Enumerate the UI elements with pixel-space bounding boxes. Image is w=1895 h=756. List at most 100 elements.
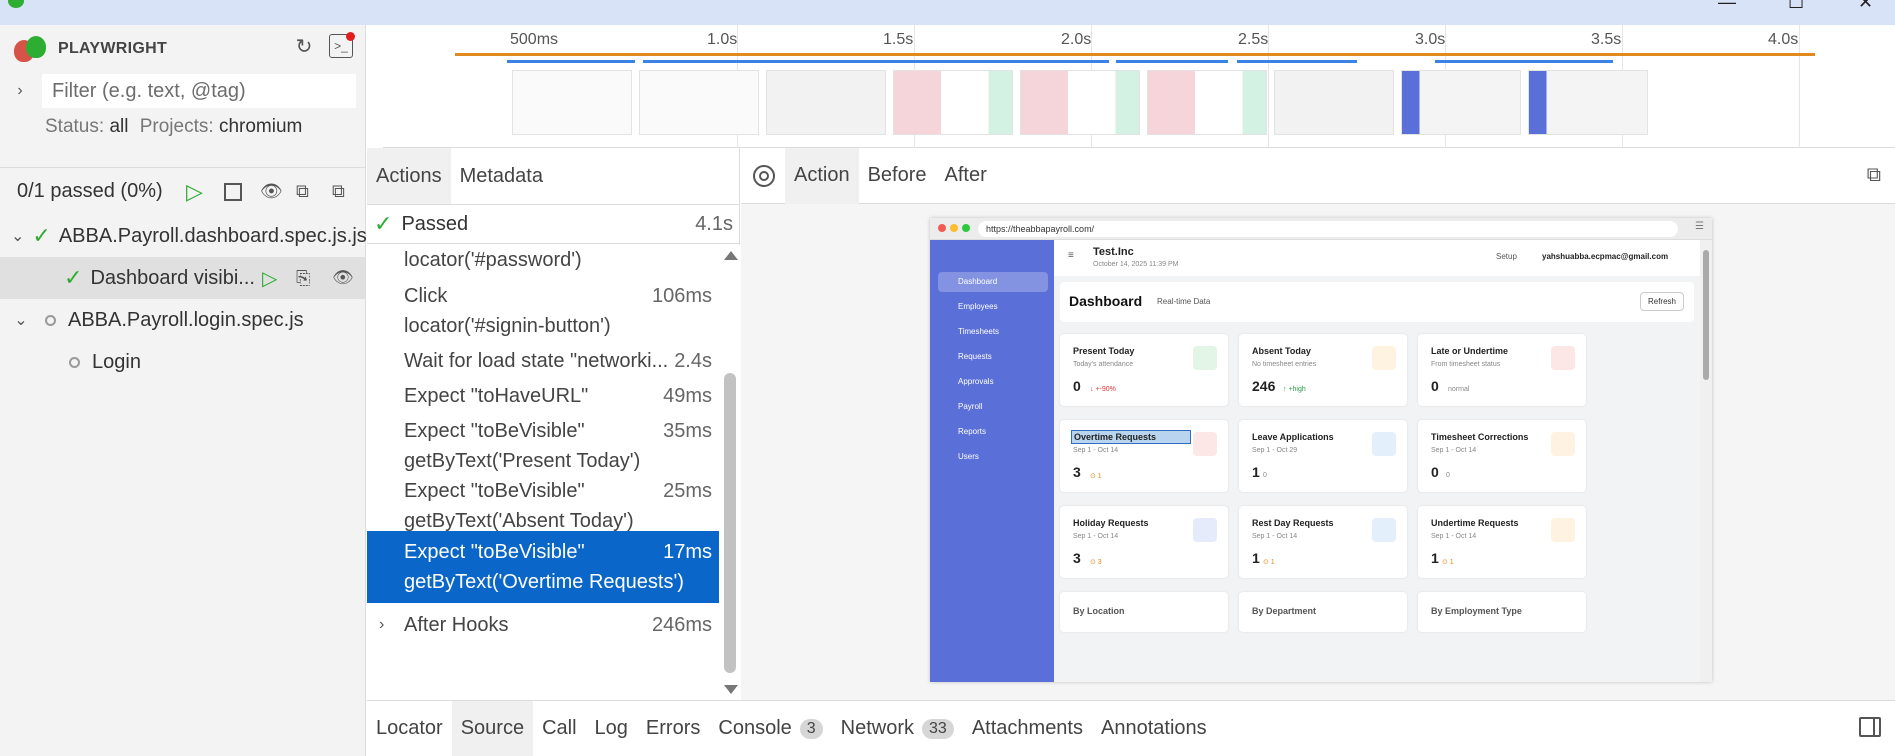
tab-after[interactable]: After [936,148,996,204]
scroll-up-icon[interactable] [724,251,738,260]
open-external-icon[interactable]: ⧉ [1867,164,1881,187]
filmstrip-thumb[interactable] [1274,70,1394,135]
datetime: October 14, 2025 11:39 PM [1093,261,1179,268]
scroll-down-icon[interactable] [724,685,738,694]
action-item[interactable]: Expect "toBeVisible" getByText('Absent T… [367,476,719,536]
maximize-icon[interactable]: ☐ [1788,0,1804,13]
test-status-row: ✓ Passed 4.1s [367,204,740,244]
card-icon [1193,518,1217,542]
card-icon [1551,432,1575,456]
expand-all-icon[interactable]: ⧉ [332,181,345,202]
watch-icon[interactable]: 👁 [260,181,283,202]
tab-label: Attachments [971,717,1083,739]
filmstrip-thumb[interactable] [512,70,632,135]
tick-label: 2.5s [1238,31,1269,48]
tab-call[interactable]: Call [533,701,585,756]
tree-item-label: ABBA.Payroll.dashboard.spec.js.js [58,224,367,247]
projects-label: Projects: [139,116,214,137]
tab-actions[interactable]: Actions [367,148,451,204]
tree-item-label: Login [92,350,141,373]
refresh-button: Refresh [1639,292,1684,311]
filmstrip-thumb[interactable] [639,70,759,135]
nav-item: Users [958,452,979,461]
count-badge: 33 [922,718,954,739]
test-status: Passed [401,212,469,235]
open-source-icon[interactable]: ⎘ [296,268,310,289]
action-text: locator('#password') [404,249,582,271]
timeline[interactable]: 500ms 1.0s 1.5s 2.0s 2.5s 3.0s 3.5s 4.0s [383,25,1895,148]
user-email: yahshuabba.ecpmac@gmail.com [1542,252,1669,261]
nav-item: Dashboard [938,272,1048,292]
close-icon[interactable]: ✕ [1858,0,1873,13]
watch-test-icon[interactable]: 👁 [332,268,354,288]
action-item[interactable]: Expect "toHaveURL" 49ms [367,381,719,411]
tree-test-dashboard-visibility[interactable]: ✓ Dashboard visibi... ▷ ⎘ 👁 [0,257,365,299]
nav-item: Approvals [958,377,994,386]
run-all-icon[interactable]: ▷ [186,179,203,205]
filmstrip-thumb[interactable] [1020,70,1140,135]
card-icon [1372,432,1396,456]
run-test-icon[interactable]: ▷ [262,266,277,291]
notification-dot [346,32,355,41]
chevron-right-icon[interactable]: › [379,610,384,640]
card-icon [1193,346,1217,370]
tab-log[interactable]: Log [586,701,637,756]
stat-card: Late or Undertime From timesheet status … [1418,334,1586,406]
section-title: By Department [1252,606,1317,616]
filmstrip-thumb[interactable] [1147,70,1267,135]
tab-metadata[interactable]: Metadata [451,148,552,204]
action-locator: getByText('Present Today') [404,450,641,472]
action-item[interactable]: Expect "toBeVisible" getByText('Present … [367,416,719,476]
tick-label: 500ms [510,31,559,48]
tab-locator[interactable]: Locator [367,701,452,756]
action-item-selected[interactable]: Expect "toBeVisible" getByText('Overtime… [367,531,719,603]
actions-scrollbar[interactable] [719,245,740,700]
chevron-down-icon[interactable]: ⌄ [11,226,24,246]
tree-file-login[interactable]: ⌄ ABBA.Payroll.login.spec.js [0,299,365,341]
chevron-right-icon[interactable]: › [10,82,30,100]
card-title: Late or Undertime [1431,346,1509,356]
nav-item: Employees [958,302,998,311]
tab-network[interactable]: Network 33 [832,701,963,756]
scroll-thumb[interactable] [724,373,736,673]
card-title: Absent Today [1252,346,1311,356]
tab-label: Annotations [1101,717,1207,739]
hamburger-icon: ≡ [1068,250,1074,261]
tree-file-dashboard[interactable]: ⌄ ✓ ABBA.Payroll.dashboard.spec.js.js [0,215,367,257]
tab-console[interactable]: Console 3 [709,701,831,756]
filmstrip-thumb[interactable] [766,70,886,135]
tab-errors[interactable]: Errors [637,701,709,756]
filmstrip-thumb[interactable] [893,70,1013,135]
stop-icon[interactable] [224,183,242,201]
filmstrip-thumb[interactable] [1528,70,1648,135]
tab-source[interactable]: Source [451,700,534,756]
action-item[interactable]: Click locator('#signin-button') 106ms [367,281,719,341]
playwright-logo-icon [14,36,46,62]
dashboard-header: Dashboard Real-time Data Refresh [1060,282,1694,322]
tab-before[interactable]: Before [859,148,936,204]
action-list: locator('#password') Click locator('#sig… [367,245,719,700]
pick-locator-icon[interactable] [753,164,775,187]
action-item[interactable]: Wait for load state "networki... 2.4s [367,346,719,376]
tab-annotations[interactable]: Annotations [1092,701,1216,756]
tab-attachments[interactable]: Attachments [963,701,1092,756]
stat-card: Leave Applications Sep 1 - Oct 29 1 0 [1239,420,1407,492]
action-duration: 106ms [651,285,712,307]
tree-test-login[interactable]: Login [0,341,365,383]
minimize-icon[interactable]: — [1718,0,1736,13]
collapse-all-icon[interactable]: ⧉ [296,181,309,202]
filter-input[interactable] [42,74,356,108]
status-value[interactable]: all [109,116,128,137]
projects-value[interactable]: chromium [219,116,302,137]
toggle-sidebar-icon[interactable] [1859,717,1881,737]
status-label: Status: [45,116,105,137]
reload-icon[interactable]: ↻ [292,34,316,58]
action-group-after-hooks[interactable]: › After Hooks 246ms [367,610,719,640]
filmstrip-thumb[interactable] [1401,70,1521,135]
chevron-down-icon[interactable]: ⌄ [11,310,31,330]
tab-action[interactable]: Action [785,147,859,204]
run-summary-row: 0/1 passed (0%) ▷ 👁 ⧉ ⧉ [0,167,365,215]
action-item[interactable]: locator('#password') [367,245,719,275]
card-title: Present Today [1073,346,1135,356]
card-extra: ⊙ 1 [1090,473,1102,480]
